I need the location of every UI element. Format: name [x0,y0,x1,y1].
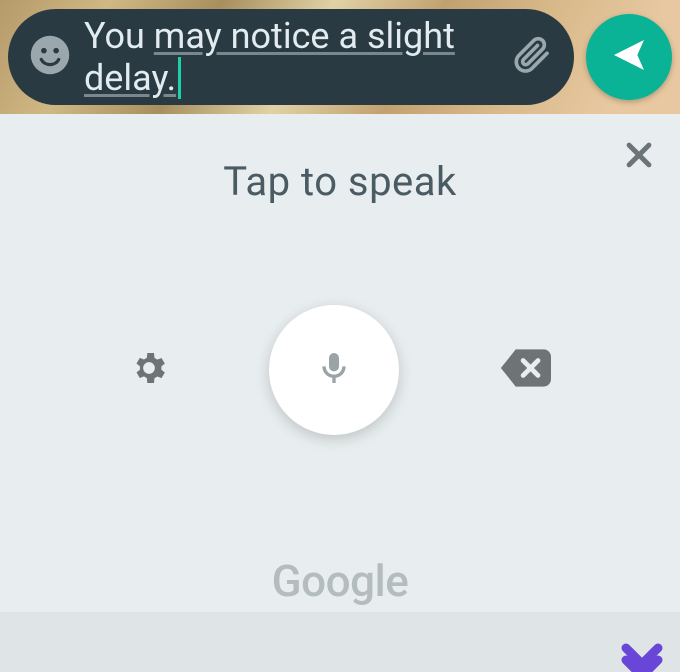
chat-input-bar: You may notice a slight delay. [0,0,680,114]
settings-button[interactable] [129,348,169,392]
mic-button[interactable] [269,305,399,435]
bottom-bar [0,612,680,672]
emoji-button[interactable] [26,34,74,80]
backspace-button[interactable] [499,348,551,392]
voice-prompt-label: Tap to speak [223,158,457,205]
close-icon [622,157,656,176]
message-text-line2-under: delay. [84,57,176,99]
attach-icon [512,35,552,79]
emoji-icon [29,34,71,80]
send-icon [609,35,649,79]
send-button[interactable] [586,14,672,100]
brand-label: Google [272,555,409,607]
attach-button[interactable] [508,35,556,79]
voice-controls-row [0,305,680,435]
chevron-down-icon [618,665,666,672]
message-text-field[interactable]: You may notice a slight delay. [74,15,508,99]
close-button[interactable] [622,138,656,176]
message-text-line1-plain: You [84,15,154,57]
backspace-icon [499,373,551,392]
gear-icon [129,373,169,392]
text-caret [178,57,181,99]
message-text-line1-under: may notice a slight [154,15,455,57]
voice-input-panel: Tap to speak Google [0,114,680,612]
mic-icon [314,348,354,392]
message-input-container[interactable]: You may notice a slight delay. [8,9,574,105]
expand-chevron[interactable] [618,640,666,672]
